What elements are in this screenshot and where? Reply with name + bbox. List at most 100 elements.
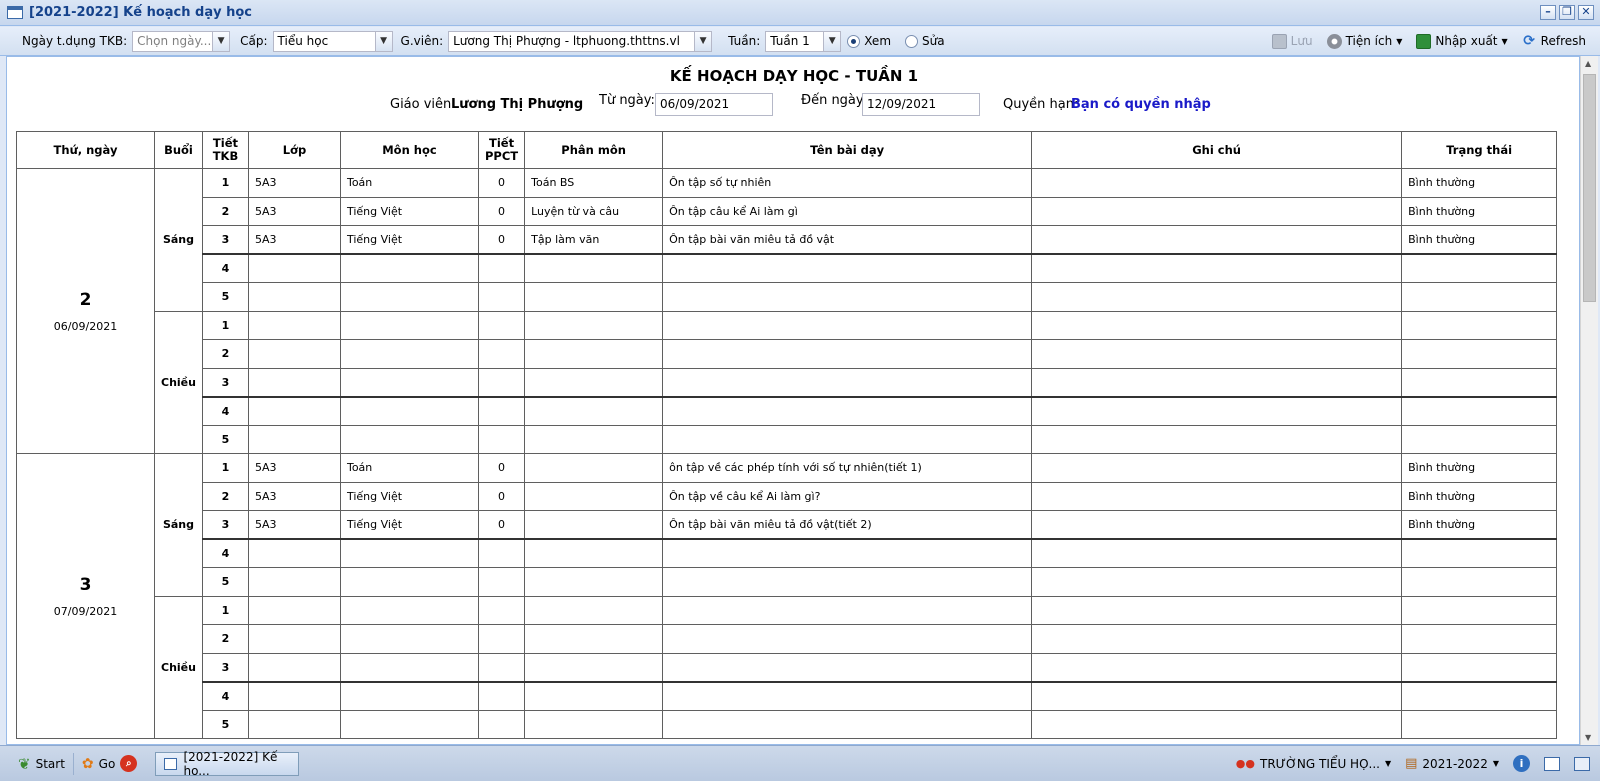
note-cell[interactable]: [1031, 196, 1403, 226]
class-cell[interactable]: 5A3: [247, 225, 341, 255]
ppct-cell[interactable]: [477, 680, 526, 711]
note-cell[interactable]: [1031, 282, 1403, 312]
lesson-cell[interactable]: Ôn tập bài văn miêu tả đồ vật(tiết 2): [662, 510, 1033, 540]
sub-subject-cell[interactable]: [524, 310, 664, 340]
sub-subject-cell[interactable]: [524, 424, 664, 454]
class-cell[interactable]: 5A3: [247, 481, 341, 511]
sub-subject-cell[interactable]: [524, 652, 664, 682]
ppct-cell[interactable]: [477, 624, 526, 654]
ppct-cell[interactable]: [477, 567, 526, 597]
note-cell[interactable]: [1031, 395, 1403, 426]
class-cell[interactable]: [247, 395, 341, 426]
note-cell[interactable]: [1031, 595, 1403, 625]
info-icon[interactable]: i: [1513, 755, 1530, 772]
sub-subject-cell[interactable]: [524, 339, 664, 369]
date-picker[interactable]: Chọn ngày... ▼: [132, 30, 231, 52]
sub-subject-cell[interactable]: [524, 680, 664, 711]
window-list-icon[interactable]: [1544, 756, 1560, 771]
restore-button[interactable]: ❐: [1559, 5, 1575, 20]
ppct-cell[interactable]: [477, 538, 526, 568]
lesson-cell[interactable]: Ôn tập bài văn miêu tả đồ vật: [662, 225, 1033, 255]
status-cell[interactable]: [1401, 709, 1558, 739]
lesson-cell[interactable]: Ôn tập câu kể Ai làm gì: [662, 196, 1033, 226]
status-cell[interactable]: [1401, 624, 1558, 654]
sub-subject-cell[interactable]: [524, 595, 664, 625]
subject-cell[interactable]: Tiếng Việt: [339, 225, 479, 255]
school-menu[interactable]: ●● TRƯỜNG TIỂU HỌ... ▼: [1236, 757, 1391, 771]
table-row[interactable]: Chiều 1: [17, 595, 1558, 739]
sub-subject-cell[interactable]: [524, 481, 664, 511]
subject-cell[interactable]: [339, 652, 479, 682]
note-cell[interactable]: [1031, 168, 1403, 198]
table-row[interactable]: 4: [17, 253, 1558, 283]
status-cell[interactable]: [1401, 538, 1558, 568]
ppct-cell[interactable]: [477, 395, 526, 426]
table-row[interactable]: 2 5A3 Tiếng Việt 0 Ôn tập về câu kể Ai làm g…: [17, 481, 1558, 511]
note-cell[interactable]: [1031, 538, 1403, 568]
class-cell[interactable]: [247, 595, 341, 625]
table-row[interactable]: 3 5A3 Tiếng Việt 0 Ôn tập bài văn miêu tả đồ…: [17, 510, 1558, 540]
lesson-cell[interactable]: [662, 709, 1033, 739]
ppct-cell[interactable]: 0: [477, 481, 526, 511]
class-cell[interactable]: [247, 567, 341, 597]
sub-subject-cell[interactable]: [524, 709, 664, 739]
status-cell[interactable]: [1401, 652, 1558, 682]
lesson-cell[interactable]: [662, 595, 1033, 625]
subject-cell[interactable]: [339, 339, 479, 369]
sub-subject-cell[interactable]: [524, 538, 664, 568]
subject-cell[interactable]: [339, 310, 479, 340]
lesson-cell[interactable]: [662, 253, 1033, 283]
table-row[interactable]: 2: [17, 624, 1558, 654]
import-export-menu-button[interactable]: Nhập xuất ▼: [1416, 33, 1508, 49]
subject-cell[interactable]: Toán: [339, 453, 479, 483]
utilities-menu-button[interactable]: Tiện ích ▼: [1326, 33, 1402, 49]
scroll-up-icon[interactable]: ▲: [1585, 59, 1591, 68]
class-cell[interactable]: [247, 538, 341, 568]
note-cell[interactable]: [1031, 510, 1403, 540]
note-cell[interactable]: [1031, 253, 1403, 283]
lesson-cell[interactable]: [662, 339, 1033, 369]
ppct-cell[interactable]: 0: [477, 453, 526, 483]
status-cell[interactable]: Bình thường: [1401, 481, 1558, 511]
sub-subject-cell[interactable]: Tập làm văn: [524, 225, 664, 255]
lesson-cell[interactable]: [662, 652, 1033, 682]
ppct-cell[interactable]: [477, 253, 526, 283]
note-cell[interactable]: [1031, 424, 1403, 454]
lesson-cell[interactable]: [662, 395, 1033, 426]
status-cell[interactable]: Bình thường: [1401, 196, 1558, 226]
to-date-field[interactable]: 12/09/2021: [862, 93, 980, 116]
subject-cell[interactable]: Tiếng Việt: [339, 196, 479, 226]
note-cell[interactable]: [1031, 624, 1403, 654]
lesson-cell[interactable]: Ôn tập về câu kể Ai làm gì?: [662, 481, 1033, 511]
subject-cell[interactable]: [339, 395, 479, 426]
note-cell[interactable]: [1031, 567, 1403, 597]
subject-cell[interactable]: [339, 680, 479, 711]
table-row[interactable]: 2 06/09/2021 Sáng 1 5A3 Toán 0 Toán BS Ôn tập số…: [16, 168, 1558, 454]
note-cell[interactable]: [1031, 310, 1403, 340]
note-cell[interactable]: [1031, 339, 1403, 369]
subject-cell[interactable]: Tiếng Việt: [339, 481, 479, 511]
ppct-cell[interactable]: 0: [477, 196, 526, 226]
status-cell[interactable]: [1401, 395, 1558, 426]
ppct-cell[interactable]: [477, 367, 526, 397]
date-input[interactable]: Chọn ngày...: [133, 34, 212, 48]
week-select[interactable]: Tuần 1 ▼: [765, 30, 842, 52]
teacher-select[interactable]: Lương Thị Phượng - ltphuong.thttns.vl ▼: [448, 30, 713, 52]
subject-cell[interactable]: [339, 595, 479, 625]
radio-view-dot[interactable]: [847, 34, 861, 48]
sub-subject-cell[interactable]: [524, 453, 664, 483]
subject-cell[interactable]: [339, 282, 479, 312]
note-cell[interactable]: [1031, 453, 1403, 483]
ppct-cell[interactable]: [477, 339, 526, 369]
subject-cell[interactable]: [339, 538, 479, 568]
lesson-cell[interactable]: [662, 538, 1033, 568]
note-cell[interactable]: [1031, 709, 1403, 739]
status-cell[interactable]: [1401, 253, 1558, 283]
class-cell[interactable]: [247, 282, 341, 312]
class-cell[interactable]: [247, 367, 341, 397]
note-cell[interactable]: [1031, 481, 1403, 511]
sub-subject-cell[interactable]: [524, 253, 664, 283]
table-row[interactable]: 3: [17, 652, 1558, 682]
table-row[interactable]: 3: [17, 367, 1558, 397]
sub-subject-cell[interactable]: Toán BS: [524, 168, 664, 198]
